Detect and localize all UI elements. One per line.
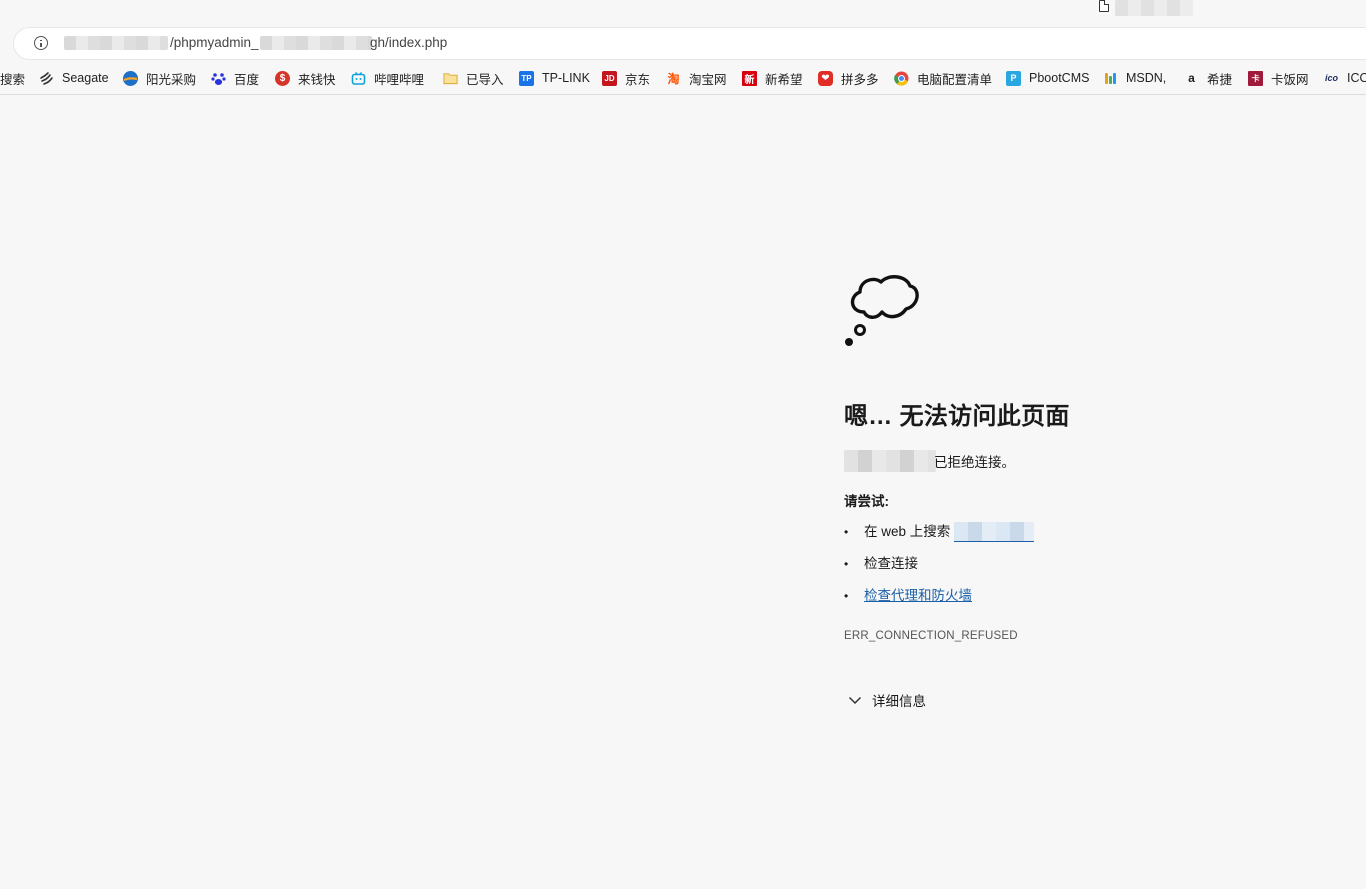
pinduoduo-icon: ❤ bbox=[818, 70, 833, 86]
bookmark-xinxiwang[interactable]: 新 新希望 bbox=[742, 68, 803, 88]
taobao-icon: 淘 bbox=[667, 71, 680, 86]
details-toggle[interactable]: 详细信息 bbox=[848, 690, 926, 710]
bookmark-label: 百度 bbox=[234, 72, 260, 87]
bookmark-label: 新希望 bbox=[765, 72, 803, 87]
url-middle-obscured bbox=[260, 36, 372, 50]
jd-icon: JD bbox=[602, 70, 617, 86]
bookmark-label: PbootCMS bbox=[1029, 71, 1090, 85]
amazon-icon: a bbox=[1188, 71, 1195, 85]
bookmark-label: 来钱快 bbox=[298, 72, 336, 87]
seagate-icon bbox=[39, 71, 54, 86]
error-heading: 嗯… 无法访问此页面 bbox=[844, 403, 1070, 430]
bookmark-label: MSDN, bbox=[1126, 71, 1167, 85]
suggestion-search-text: 在 web 上搜索 bbox=[864, 524, 951, 539]
baidu-paw-icon bbox=[211, 71, 226, 86]
error-code: ERR_CONNECTION_REFUSED bbox=[844, 630, 1018, 642]
folder-icon bbox=[443, 71, 458, 86]
url-host-obscured bbox=[64, 36, 168, 50]
pbootcms-icon: P bbox=[1006, 70, 1021, 86]
chrome-like-icon bbox=[894, 71, 909, 86]
bookmark-jd[interactable]: JD 京东 bbox=[602, 68, 650, 88]
refused-message: 已拒绝连接。 bbox=[844, 450, 1015, 472]
bookmark-search[interactable]: 搜索 bbox=[0, 68, 25, 88]
bookmark-taobao[interactable]: 淘 淘宝网 bbox=[666, 68, 727, 88]
bookmark-label: 已导入 bbox=[466, 72, 504, 87]
tab-strip bbox=[0, 0, 1366, 26]
ico-icon: ico bbox=[1324, 73, 1338, 83]
bookmark-seagate[interactable]: Seagate bbox=[39, 68, 109, 88]
bookmark-folder-imported[interactable]: 已导入 bbox=[443, 68, 504, 88]
kafan-icon: 卡 bbox=[1248, 70, 1263, 86]
bookmark-label: 希捷 bbox=[1207, 72, 1233, 87]
tab-title-obscured[interactable] bbox=[1115, 0, 1193, 16]
url-path-part2: gh/index.php bbox=[370, 35, 448, 50]
tplink-icon: TP bbox=[519, 70, 534, 86]
bookmark-label: 阳光采购 bbox=[146, 72, 197, 87]
try-label: 请尝试: bbox=[844, 494, 889, 509]
suggestion-check-connection-text: 检查连接 bbox=[864, 556, 918, 571]
check-proxy-link[interactable]: 检查代理和防火墙 bbox=[864, 586, 972, 606]
bookmark-msdn[interactable]: MSDN, bbox=[1103, 68, 1166, 88]
bookmark-seagate-cn[interactable]: a 希捷 bbox=[1184, 68, 1232, 88]
suggestion-check-proxy: 检查代理和防火墙 bbox=[844, 586, 1034, 618]
suggestion-list: 在 web 上搜索 检查连接 检查代理和防火墙 bbox=[844, 522, 1035, 618]
refused-text: 已拒绝连接。 bbox=[934, 455, 1015, 470]
bookmark-pc-config[interactable]: 电脑配置清单 bbox=[894, 68, 992, 88]
bookmark-pbootcms[interactable]: P PbootCMS bbox=[1006, 68, 1089, 88]
bookmark-label: 电脑配置清单 bbox=[917, 72, 993, 87]
bookmark-baidu[interactable]: 百度 bbox=[211, 68, 259, 88]
msdn-icon bbox=[1103, 71, 1118, 86]
money-icon: $ bbox=[275, 70, 290, 86]
bookmarks-bar: 搜索 Seagate 阳光采购 百度 $ 来钱快 哔哩哔哩 已导入 TP TP-… bbox=[0, 63, 1366, 95]
thought-cloud-icon bbox=[845, 275, 919, 346]
globe-icon bbox=[123, 70, 138, 86]
bookmark-laiqiankuai[interactable]: $ 来钱快 bbox=[275, 68, 336, 88]
bookmark-ico[interactable]: ico ICO bbox=[1323, 68, 1366, 88]
bookmark-label: 搜索 bbox=[0, 72, 26, 87]
bookmark-pinduoduo[interactable]: ❤ 拼多多 bbox=[818, 68, 879, 88]
suggestion-search: 在 web 上搜索 bbox=[844, 522, 1035, 554]
bookmark-yangguang[interactable]: 阳光采购 bbox=[123, 68, 196, 88]
chevron-down-icon bbox=[848, 696, 862, 704]
bookmark-label: 拼多多 bbox=[841, 72, 879, 87]
bookmark-label: 卡饭网 bbox=[1271, 72, 1309, 87]
details-label: 详细信息 bbox=[872, 694, 926, 709]
bookmark-bilibili[interactable]: 哔哩哔哩 bbox=[351, 68, 424, 88]
bookmark-label: 哔哩哔哩 bbox=[374, 72, 425, 87]
url-path-part1: /phpmyadmin_ bbox=[170, 35, 259, 50]
bookmark-label: ICO bbox=[1347, 71, 1366, 85]
site-info-icon[interactable] bbox=[34, 36, 48, 50]
address-bar[interactable]: /phpmyadmin_ gh/index.php bbox=[14, 28, 1366, 59]
bilibili-tv-icon bbox=[351, 71, 366, 86]
host-obscured bbox=[844, 450, 936, 472]
xinxiwang-icon: 新 bbox=[742, 70, 757, 86]
bookmark-label: Seagate bbox=[62, 71, 109, 85]
bookmark-label: TP-LINK bbox=[542, 71, 590, 85]
bookmark-tplink[interactable]: TP TP-LINK bbox=[519, 68, 590, 88]
bookmark-label: 淘宝网 bbox=[689, 72, 727, 87]
bookmark-label: 京东 bbox=[625, 72, 651, 87]
bookmark-kafan[interactable]: 卡 卡饭网 bbox=[1248, 68, 1309, 88]
document-icon bbox=[1099, 0, 1109, 12]
search-term-link[interactable] bbox=[954, 522, 1035, 542]
suggestion-check-connection: 检查连接 bbox=[844, 554, 1034, 586]
